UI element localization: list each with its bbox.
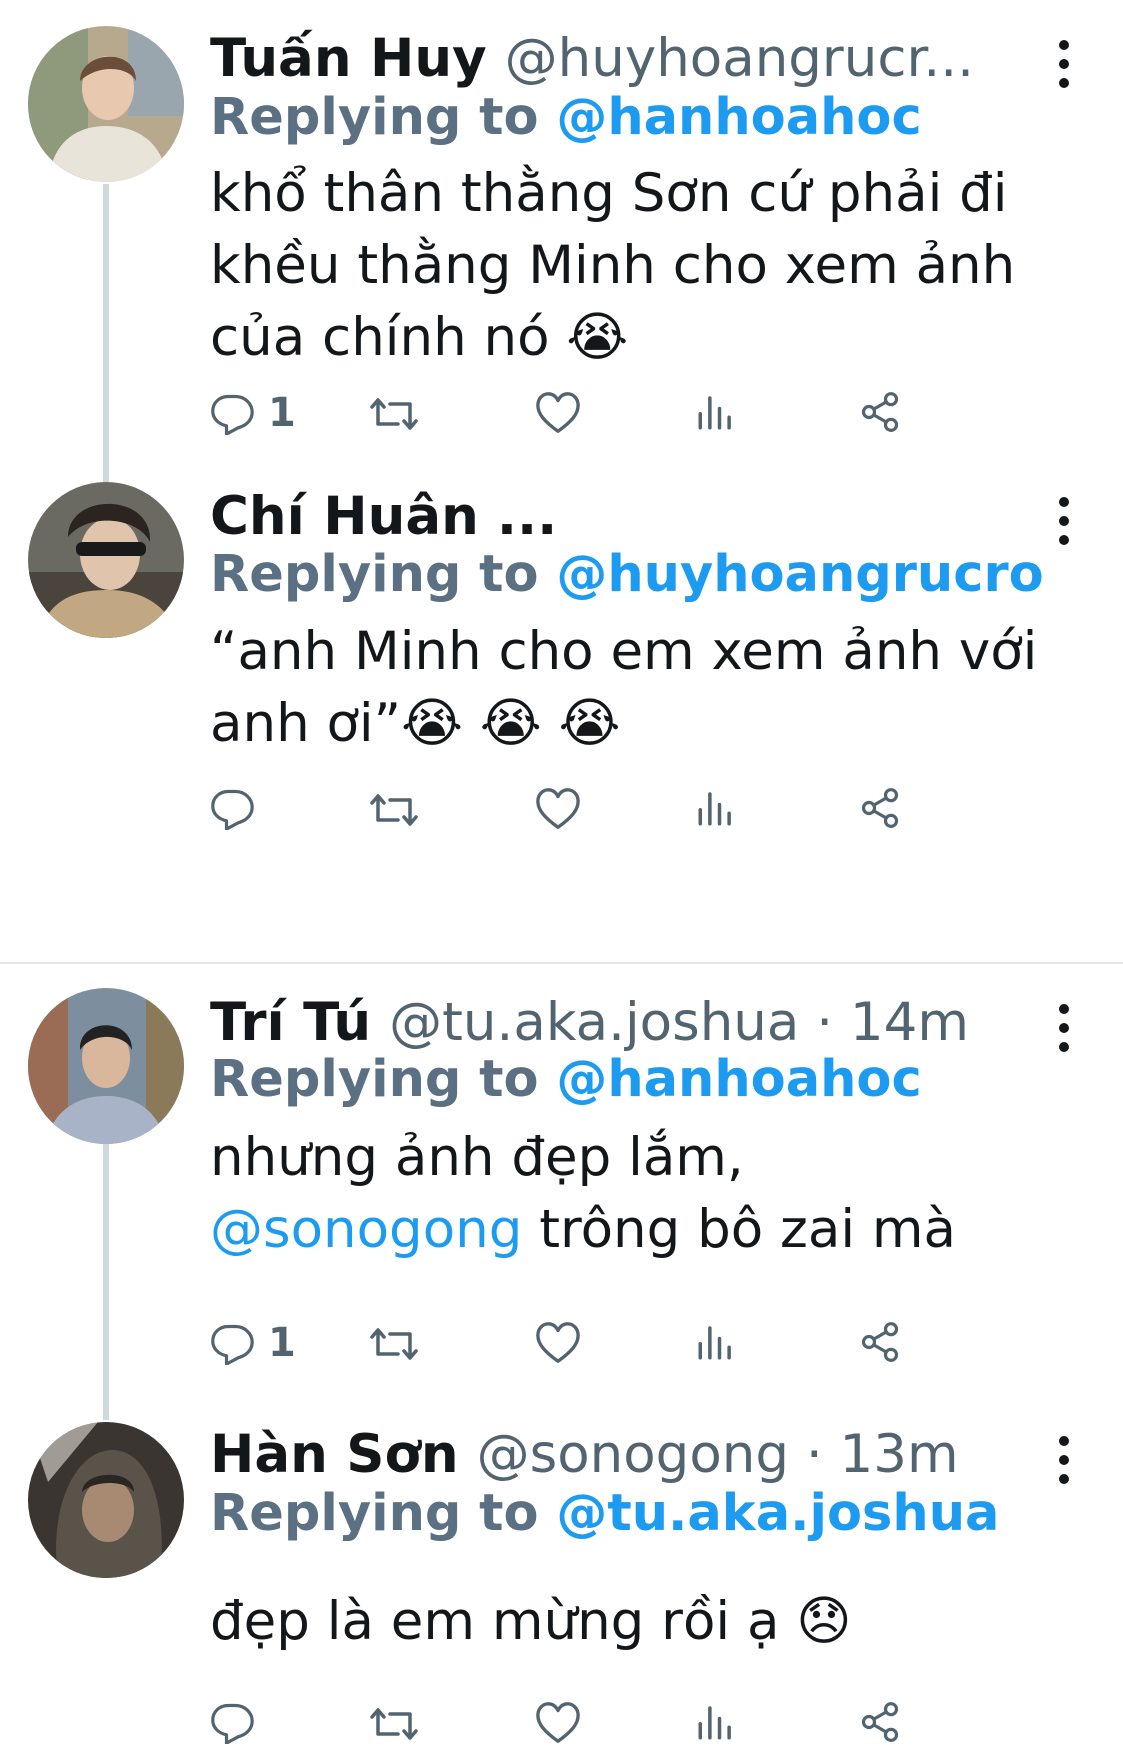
tweet-text: khổ thân thằng Sơn cứ phải đi khều thằng… <box>210 158 1015 374</box>
display-name[interactable]: Trí Tú <box>210 992 371 1053</box>
retweet-icon <box>370 1700 418 1748</box>
display-name[interactable]: Hàn Sơn <box>210 1424 459 1485</box>
heart-icon <box>535 1320 581 1366</box>
like-button[interactable] <box>535 390 581 436</box>
like-button[interactable] <box>535 1700 581 1746</box>
thread-divider <box>0 962 1123 964</box>
reply-icon <box>210 786 254 830</box>
reply-button[interactable] <box>210 786 254 830</box>
share-icon <box>858 786 902 830</box>
retweet-button[interactable] <box>370 786 418 834</box>
like-button[interactable] <box>535 786 581 832</box>
replying-label: Replying to <box>210 88 539 147</box>
heart-icon <box>535 786 581 832</box>
reply-count: 1 <box>268 1320 296 1366</box>
reply-button[interactable]: 1 <box>210 1320 296 1366</box>
text-line: khều thằng Minh cho xem ảnh <box>210 235 1016 296</box>
avatar[interactable] <box>28 1422 184 1578</box>
action-bar <box>210 1700 1010 1760</box>
user-handle[interactable]: @tu.aka.joshua · 14m <box>389 992 969 1053</box>
retweet-icon <box>370 786 418 834</box>
retweet-button[interactable] <box>370 1700 418 1748</box>
more-dots-icon[interactable] <box>1059 1004 1071 1061</box>
replying-to-mention[interactable]: @huyhoangrucro <box>556 545 1043 604</box>
text-line: nhưng ảnh đẹp lắm, <box>210 1127 744 1188</box>
action-bar: 1 <box>210 1320 1010 1380</box>
tweet-text: nhưng ảnh đẹp lắm, @sonogong trông bô za… <box>210 1122 956 1266</box>
share-button[interactable] <box>858 1700 902 1744</box>
heart-icon <box>535 390 581 436</box>
replying-to-mention[interactable]: @tu.aka.joshua <box>556 1484 999 1543</box>
replying-label: Replying to <box>210 1484 539 1543</box>
user-handle[interactable]: @sonogong · 13m <box>477 1424 959 1485</box>
views-button[interactable] <box>695 1700 737 1744</box>
more-dots-icon[interactable] <box>1059 1436 1071 1493</box>
display-name[interactable]: Tuấn Huy <box>210 28 487 89</box>
action-bar: 1 <box>210 390 1010 450</box>
more-dots-icon[interactable] <box>1059 40 1071 97</box>
replying-to-mention[interactable]: @hanhoahoc <box>556 1050 921 1109</box>
analytics-icon <box>695 786 737 830</box>
analytics-icon <box>695 1700 737 1744</box>
reply-icon <box>210 391 254 435</box>
reply-button[interactable]: 1 <box>210 390 296 436</box>
reply-button[interactable] <box>210 1700 254 1744</box>
analytics-icon <box>695 390 737 434</box>
text-line: “anh Minh cho em xem ảnh với <box>210 621 1038 682</box>
share-icon <box>858 1700 902 1744</box>
share-button[interactable] <box>858 1320 902 1364</box>
more-dots-icon[interactable] <box>1059 497 1071 554</box>
text-fragment: trông bô zai mà <box>522 1199 957 1260</box>
retweet-icon <box>370 1320 418 1368</box>
views-button[interactable] <box>695 786 737 830</box>
share-button[interactable] <box>858 390 902 434</box>
mention-link[interactable]: @sonogong <box>210 1199 522 1260</box>
tweet-text: đẹp là em mừng rồi ạ 😞 <box>210 1586 852 1658</box>
like-button[interactable] <box>535 1320 581 1366</box>
text-line: anh ơi”😭 😭 😭 <box>210 693 621 754</box>
replying-to: Replying to @hanhoahoc <box>210 88 922 147</box>
reply-count: 1 <box>268 390 296 436</box>
reply-icon <box>210 1700 254 1744</box>
views-button[interactable] <box>695 1320 737 1364</box>
text-line: khổ thân thằng Sơn cứ phải đi <box>210 163 1008 224</box>
share-button[interactable] <box>858 786 902 830</box>
replying-label: Replying to <box>210 1050 539 1109</box>
replying-to: Replying to @hanhoahoc <box>210 1050 922 1109</box>
thread-line <box>103 1140 109 1420</box>
display-name[interactable]: Chí Huân <box>210 486 479 547</box>
text-line: @sonogong trông bô zai mà <box>210 1194 956 1266</box>
avatar[interactable] <box>28 26 184 182</box>
replying-label: Replying to <box>210 545 539 604</box>
user-handle[interactable]: @huyhoangrucr... <box>505 28 974 89</box>
avatar[interactable] <box>28 482 184 638</box>
user-handle[interactable]: ... <box>497 486 557 547</box>
reply-icon <box>210 1321 254 1365</box>
share-icon <box>858 390 902 434</box>
analytics-icon <box>695 1320 737 1364</box>
share-icon <box>858 1320 902 1364</box>
text-line: đẹp là em mừng rồi ạ 😞 <box>210 1591 852 1652</box>
avatar[interactable] <box>28 988 184 1144</box>
retweet-button[interactable] <box>370 1320 418 1368</box>
tweet-text: “anh Minh cho em xem ảnh với anh ơi”😭 😭 … <box>210 616 1037 760</box>
retweet-icon <box>370 390 418 438</box>
replying-to: Replying to @huyhoangrucro <box>210 545 1044 604</box>
replying-to: Replying to @tu.aka.joshua <box>210 1484 999 1543</box>
heart-icon <box>535 1700 581 1746</box>
retweet-button[interactable] <box>370 390 418 438</box>
views-button[interactable] <box>695 390 737 434</box>
text-line: của chính nó 😭 <box>210 307 629 368</box>
action-bar <box>210 786 1010 846</box>
replying-to-mention[interactable]: @hanhoahoc <box>556 88 921 147</box>
